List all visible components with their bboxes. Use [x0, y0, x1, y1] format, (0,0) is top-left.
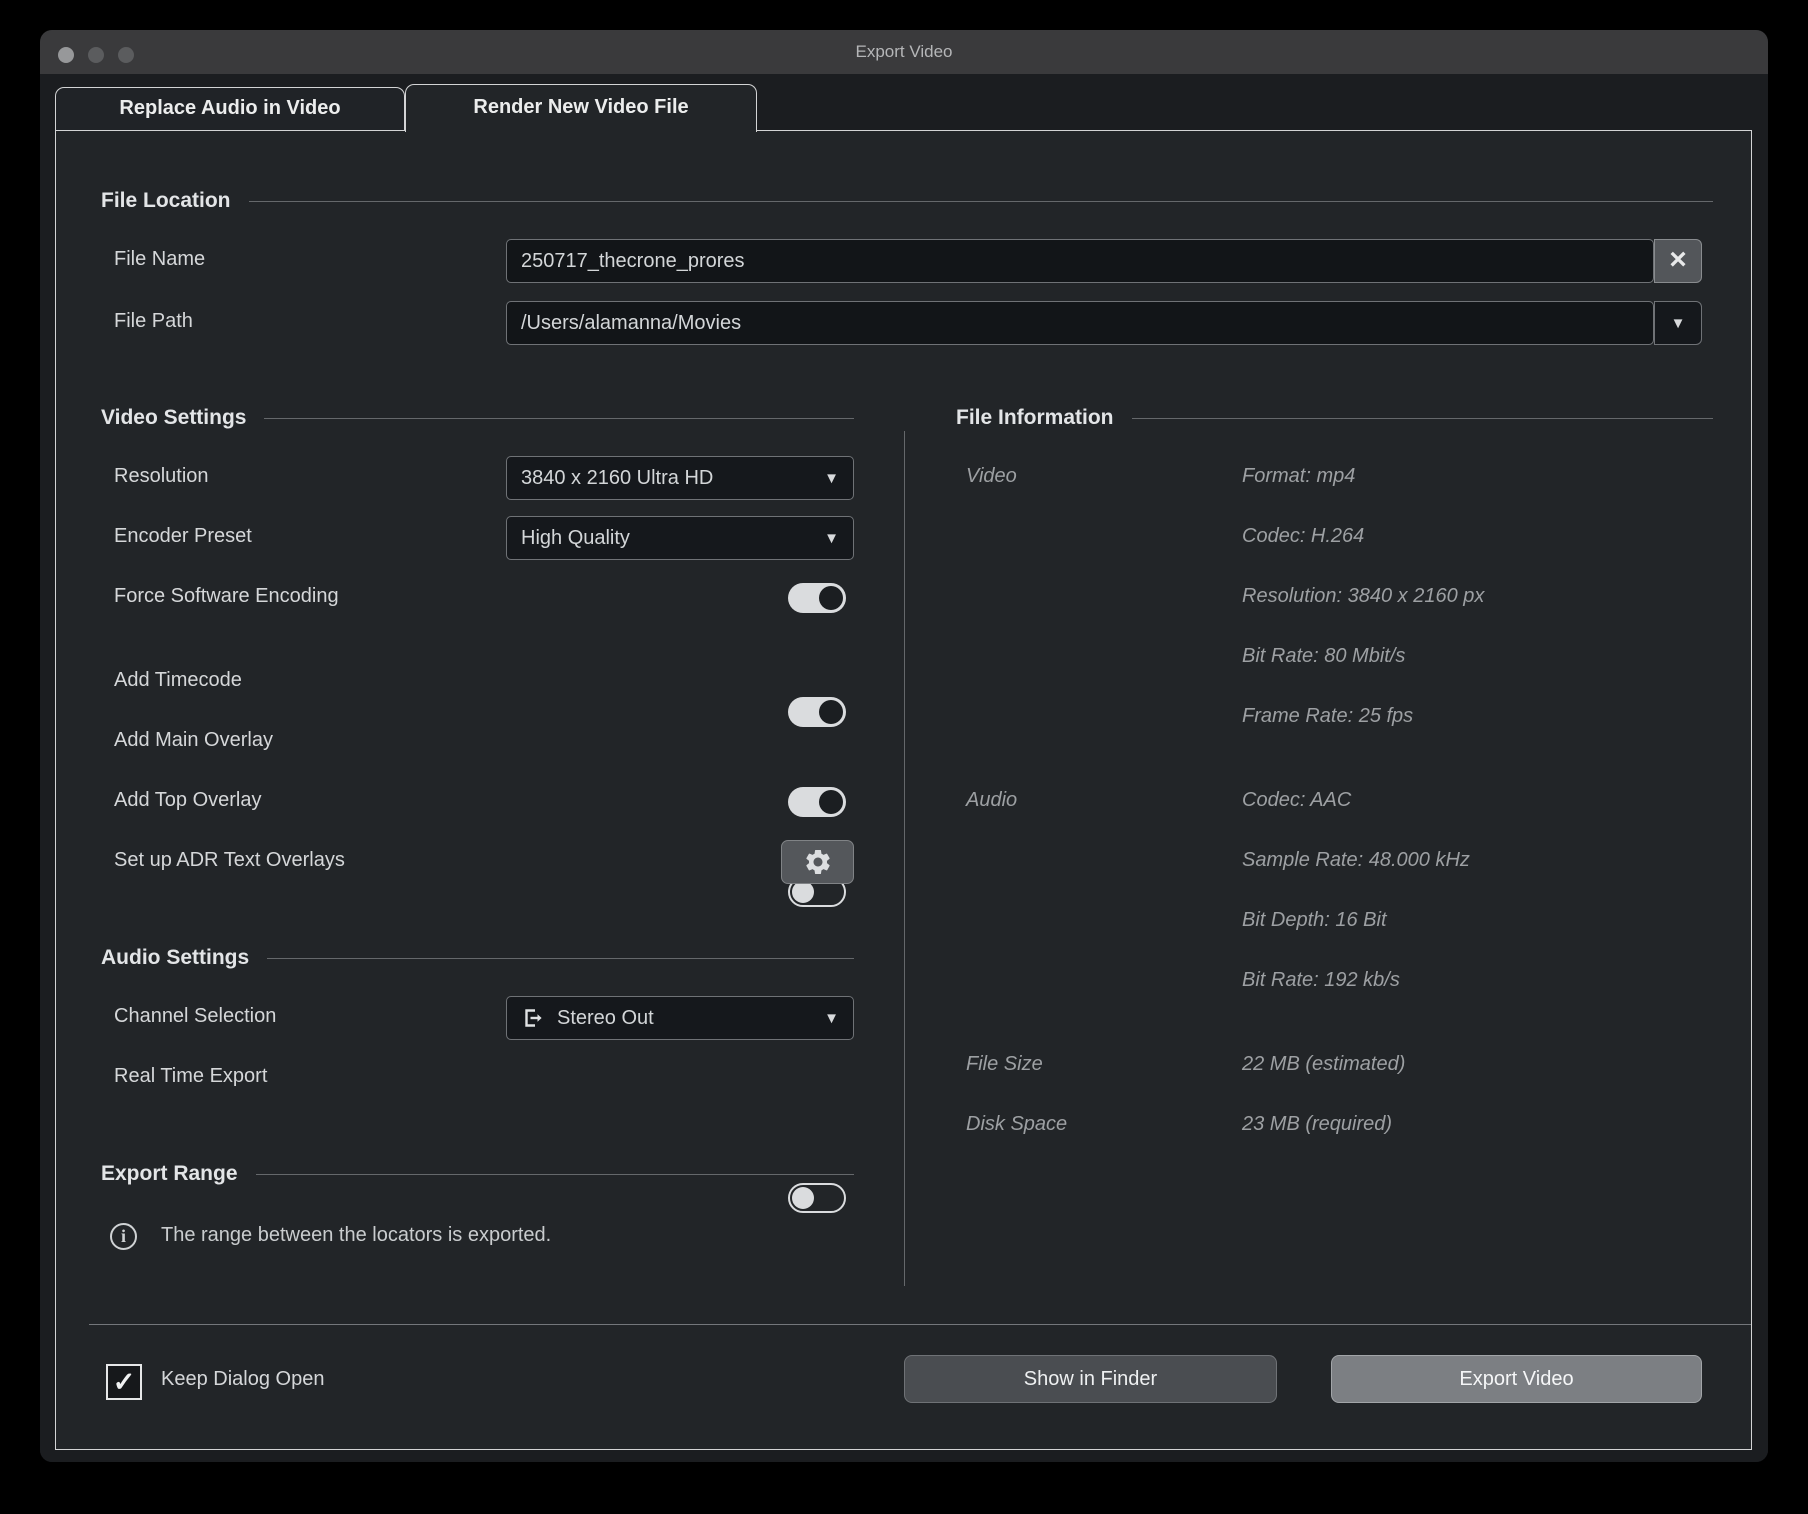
- section-title: Audio Settings: [101, 946, 249, 970]
- encoder-preset-label: Encoder Preset: [114, 525, 252, 548]
- file-information-section-header: File Information: [956, 404, 1713, 432]
- chevron-down-icon: ▼: [824, 1010, 839, 1027]
- file-name-label: File Name: [114, 248, 205, 271]
- dropdown-value: Stereo Out: [557, 1007, 654, 1030]
- export-video-dialog: Export Video Replace Audio in Video Rend…: [40, 30, 1768, 1462]
- file-info-line: Bit Rate: 80 Mbit/s: [1242, 645, 1405, 668]
- titlebar: Export Video: [40, 30, 1768, 75]
- add-main-overlay-label: Add Main Overlay: [114, 729, 273, 752]
- export-range-info-text: The range between the locators is export…: [161, 1224, 551, 1247]
- tab-replace-audio-in-video[interactable]: Replace Audio in Video: [55, 87, 405, 130]
- file-info-line: Format: mp4: [1242, 465, 1355, 488]
- add-top-overlay-label: Add Top Overlay: [114, 789, 262, 812]
- file-info-line: Codec: AAC: [1242, 789, 1351, 812]
- chevron-down-icon: ▼: [1671, 315, 1686, 332]
- render-new-video-file-panel: File Location File Name × File Path ▼ Vi…: [55, 130, 1752, 1450]
- disk-space-value: 23 MB (required): [1242, 1113, 1392, 1136]
- export-video-button[interactable]: Export Video: [1331, 1355, 1702, 1403]
- dropdown-value: High Quality: [521, 527, 630, 550]
- export-range-section-header: Export Range: [101, 1160, 854, 1188]
- dropdown-value: 3840 x 2160 Ultra HD: [521, 467, 713, 490]
- clear-icon: ×: [1669, 245, 1687, 275]
- section-rule: [249, 201, 1713, 202]
- file-info-audio-label: Audio: [966, 789, 1017, 812]
- clear-file-name-button[interactable]: ×: [1654, 239, 1702, 283]
- window-title: Export Video: [40, 30, 1768, 74]
- tab-bar: Replace Audio in Video Render New Video …: [40, 74, 1768, 130]
- file-info-line: Bit Rate: 192 kb/s: [1242, 969, 1400, 992]
- adr-text-overlays-setup-button[interactable]: [781, 840, 854, 884]
- add-main-overlay-toggle[interactable]: [788, 787, 846, 817]
- channel-selection-dropdown[interactable]: Stereo Out ▼: [506, 996, 854, 1040]
- chevron-down-icon: ▼: [824, 530, 839, 547]
- file-size-value: 22 MB (estimated): [1242, 1053, 1405, 1076]
- video-settings-section-header: Video Settings: [101, 404, 854, 432]
- file-path-dropdown-button[interactable]: ▼: [1654, 301, 1702, 345]
- file-size-label: File Size: [966, 1053, 1043, 1076]
- file-info-line: Codec: H.264: [1242, 525, 1364, 548]
- file-info-line: Bit Depth: 16 Bit: [1242, 909, 1387, 932]
- section-title: File Information: [956, 406, 1114, 430]
- audio-settings-section-header: Audio Settings: [101, 944, 854, 972]
- section-rule: [264, 418, 854, 419]
- show-in-finder-button[interactable]: Show in Finder: [904, 1355, 1277, 1403]
- toggle-knob: [819, 790, 843, 814]
- column-divider: [904, 431, 905, 1286]
- chevron-down-icon: ▼: [824, 470, 839, 487]
- window-zoom-button[interactable]: [118, 47, 134, 63]
- force-software-encoding-label: Force Software Encoding: [114, 585, 339, 608]
- footer-separator: [89, 1324, 1751, 1325]
- file-info-video-label: Video: [966, 465, 1017, 488]
- section-rule: [256, 1174, 854, 1175]
- file-location-section-header: File Location: [101, 187, 1713, 215]
- disk-space-label: Disk Space: [966, 1113, 1067, 1136]
- toggle-knob: [792, 881, 814, 903]
- adr-text-overlays-label: Set up ADR Text Overlays: [114, 849, 345, 872]
- window-minimize-button[interactable]: [88, 47, 104, 63]
- toggle-knob: [792, 1187, 814, 1209]
- resolution-label: Resolution: [114, 465, 209, 488]
- toggle-knob: [819, 586, 843, 610]
- file-path-label: File Path: [114, 310, 193, 333]
- dialog-body: Replace Audio in Video Render New Video …: [40, 74, 1768, 1462]
- section-title: Export Range: [101, 1162, 238, 1186]
- channel-selection-label: Channel Selection: [114, 1005, 276, 1028]
- file-info-line: Frame Rate: 25 fps: [1242, 705, 1413, 728]
- section-rule: [1132, 418, 1714, 419]
- section-rule: [267, 958, 854, 959]
- file-info-line: Sample Rate: 48.000 kHz: [1242, 849, 1470, 872]
- info-icon: i: [110, 1223, 137, 1250]
- check-icon: ✓: [113, 1369, 136, 1396]
- section-title: File Location: [101, 189, 231, 213]
- section-title: Video Settings: [101, 406, 246, 430]
- window-close-button[interactable]: [58, 47, 74, 63]
- keep-dialog-open-label: Keep Dialog Open: [161, 1368, 324, 1391]
- force-software-encoding-toggle[interactable]: [788, 583, 846, 613]
- tab-render-new-video-file[interactable]: Render New Video File: [405, 84, 757, 132]
- encoder-preset-dropdown[interactable]: High Quality ▼: [506, 516, 854, 560]
- file-name-input[interactable]: [506, 239, 1654, 283]
- file-info-line: Resolution: 3840 x 2160 px: [1242, 585, 1484, 608]
- real-time-export-label: Real Time Export: [114, 1065, 267, 1088]
- file-path-input[interactable]: [506, 301, 1654, 345]
- screen: Export Video Replace Audio in Video Rend…: [0, 0, 1808, 1514]
- add-timecode-label: Add Timecode: [114, 669, 242, 692]
- output-bus-icon: [521, 1006, 545, 1030]
- add-timecode-toggle[interactable]: [788, 697, 846, 727]
- gear-icon: [803, 847, 833, 877]
- keep-dialog-open-checkbox[interactable]: ✓: [106, 1364, 142, 1400]
- toggle-knob: [819, 700, 843, 724]
- resolution-dropdown[interactable]: 3840 x 2160 Ultra HD ▼: [506, 456, 854, 500]
